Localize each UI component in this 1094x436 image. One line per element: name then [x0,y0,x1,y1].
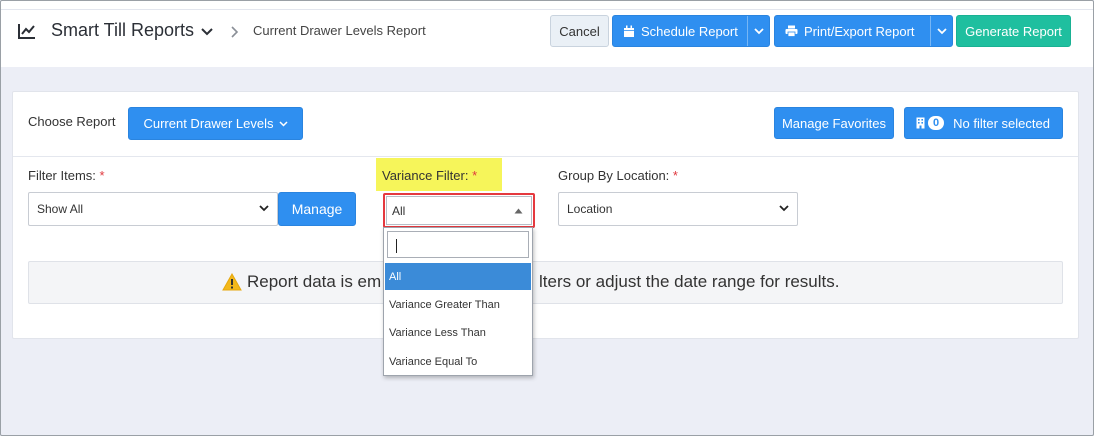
generate-report-label: Generate Report [965,23,1062,39]
manage-button[interactable]: Manage [278,192,356,226]
warning-icon [222,272,242,296]
filter-status-label: No filter selected [953,115,1050,131]
manage-favorites-button[interactable]: Manage Favorites [774,107,894,139]
print-export-label: Print/Export Report [804,23,915,39]
variance-filter-label: Variance Filter: * [382,168,477,183]
printer-icon [785,25,798,37]
alert-text-end: lters or adjust the date range for resul… [539,272,840,291]
filter-status-button[interactable]: 0 No filter selected [904,107,1063,139]
variance-filter-value: All [392,203,406,218]
chevron-down-icon [278,120,288,127]
calendar-icon [624,25,634,37]
filter-items-value: Show All [37,202,84,216]
schedule-report-label: Schedule Report [641,23,738,39]
cancel-button[interactable]: Cancel [550,15,609,47]
variance-filter-dropdown: All Variance Greater Than Variance Less … [383,227,533,376]
dropdown-search-input[interactable] [388,232,528,257]
divider [13,156,1078,157]
manage-button-label: Manage [291,201,343,217]
top-strip [1,1,1093,9]
text-cursor [396,239,397,253]
breadcrumb: Current Drawer Levels Report [253,23,426,38]
group-by-location-label-text: Group By Location: [558,168,670,183]
print-dropdown-toggle[interactable] [930,16,952,46]
cancel-button-label: Cancel [559,23,600,39]
line-chart-icon [17,22,37,45]
variance-filter-select[interactable]: All [386,196,532,225]
schedule-report-button[interactable]: Schedule Report [612,15,770,47]
generate-report-button[interactable]: Generate Report [956,15,1071,47]
alert-text-start: Report data is em [247,272,382,291]
variance-filter-label-text: Variance Filter: [382,168,469,183]
chevron-down-icon [753,27,764,34]
filter-count-badge: 0 [928,116,945,130]
choose-report-label: Choose Report [28,114,116,129]
filter-items-label: Filter Items: * [28,168,105,183]
filter-items-select[interactable]: Show All [28,192,278,226]
dropdown-search[interactable] [387,231,529,258]
required-mark: * [99,168,105,183]
chevron-down-icon[interactable] [200,24,214,42]
group-by-location-label: Group By Location: * [558,168,678,183]
manage-favorites-label: Manage Favorites [781,115,887,131]
choose-report-dropdown[interactable]: Current Drawer Levels [128,107,303,140]
chevron-down-icon [936,27,947,34]
dropdown-option-all[interactable]: All [385,263,531,290]
app-title[interactable]: Smart Till Reports [51,20,194,41]
print-export-button[interactable]: Print/Export Report [774,15,953,47]
chevron-right-icon [229,25,239,43]
building-icon [916,117,925,129]
schedule-dropdown-toggle[interactable] [747,16,769,46]
chevron-down-icon [779,205,789,212]
caret-up-icon [514,208,523,214]
group-by-location-select[interactable]: Location [558,192,798,226]
chevron-down-icon [259,205,269,212]
required-mark: * [672,168,678,183]
group-by-location-value: Location [567,202,613,216]
dropdown-option-equal-to[interactable]: Variance Equal To [385,348,531,375]
report-name: Current Drawer Levels [143,116,274,131]
filter-items-label-text: Filter Items: [28,168,96,183]
dropdown-option-greater-than[interactable]: Variance Greater Than [385,291,531,318]
required-mark: * [472,168,478,183]
dropdown-option-less-than[interactable]: Variance Less Than [385,319,531,346]
